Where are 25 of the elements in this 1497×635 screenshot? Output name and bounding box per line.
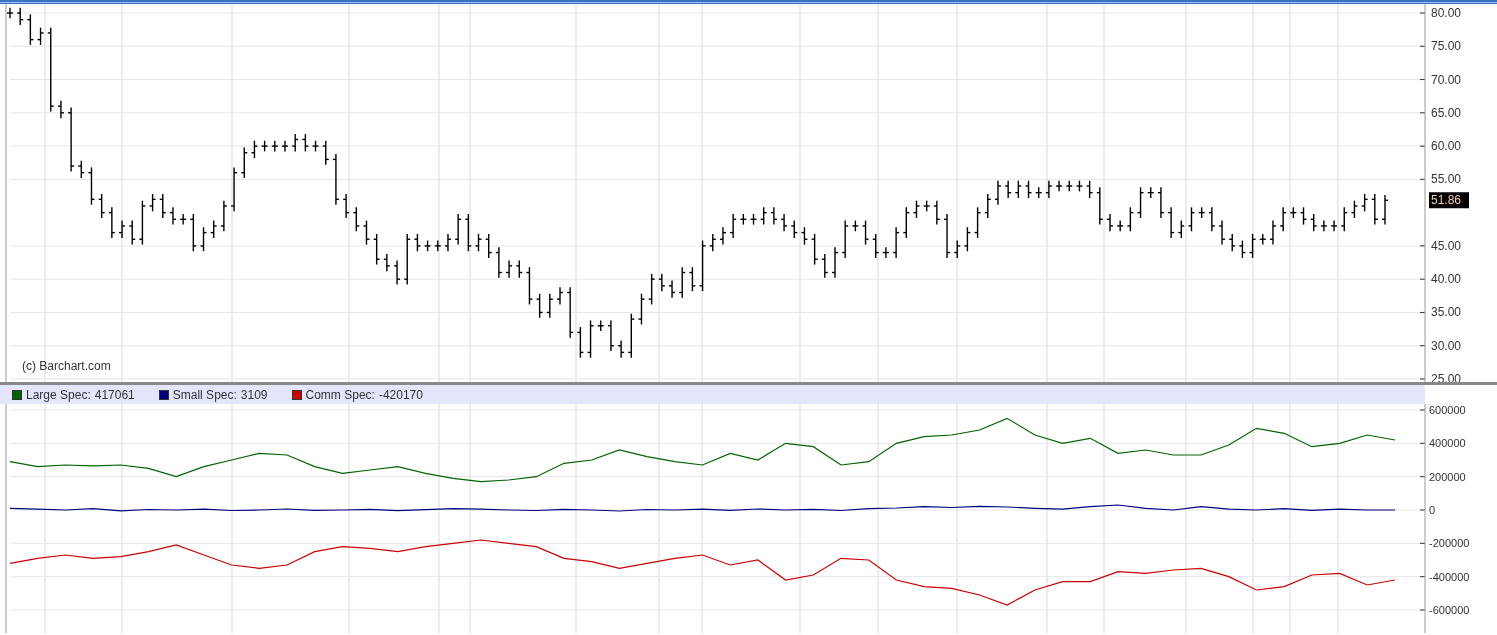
axis-label: 35.00 [1431,305,1462,320]
axis-label: 80.00 [1431,6,1462,20]
legend-value: -420170 [378,386,423,404]
axis-label: 200000 [1429,470,1466,483]
legend-label: Large Spec: [26,386,91,404]
axis-label: 400000 [1429,437,1466,450]
axis-label: 30.00 [1431,338,1462,353]
axis-label: 0 [1429,504,1436,516]
axis-label: 65.00 [1431,105,1462,120]
legend-value: 3109 [240,386,268,404]
axis-label: 70.00 [1431,72,1462,87]
legend-label: Comm Spec: [305,386,375,404]
legend-label: Small Spec: [172,386,237,404]
axis-label: 75.00 [1431,39,1462,54]
axis-label: 40.00 [1431,272,1462,287]
legend-value: 417061 [94,386,135,404]
watermark-text: (c) Barchart.com [22,359,111,373]
axis-label: -200000 [1429,537,1470,550]
axis-label: -400000 [1429,570,1470,583]
axis-label: 45.00 [1431,238,1462,253]
axis-label: 55.00 [1431,172,1462,187]
axis-label: -600000 [1429,604,1470,616]
last-price-label: 51.86 [1429,192,1469,209]
axis-label: 600000 [1429,404,1466,416]
axis-label: 60.00 [1431,139,1462,154]
